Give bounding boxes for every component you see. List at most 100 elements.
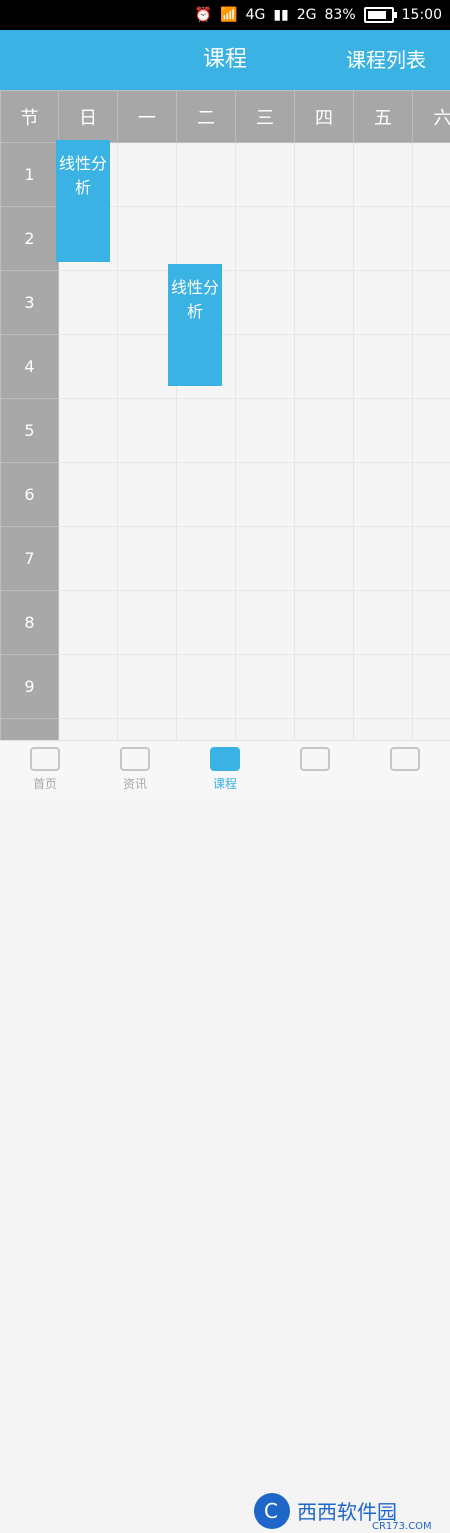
tab-news-label: 资讯 [90,775,180,792]
row-index: 9 [1,655,59,719]
svg-text:C: C [264,1499,278,1523]
time-cell[interactable] [354,143,413,207]
wifi-icon: 📶 [220,6,237,24]
time-cell[interactable] [354,399,413,463]
time-cell[interactable] [59,271,118,335]
row-index: 2 [1,207,59,271]
time-cell[interactable] [118,399,177,463]
time-cell[interactable] [59,655,118,719]
time-cell[interactable] [177,591,236,655]
time-cell[interactable] [354,527,413,591]
time-cell[interactable] [177,719,236,741]
time-cell[interactable] [236,271,295,335]
time-cell[interactable] [295,207,354,271]
timetable-row: 7 [1,527,450,591]
time-cell[interactable] [354,271,413,335]
row-index: 5 [1,399,59,463]
time-cell[interactable] [59,463,118,527]
time-cell[interactable] [295,335,354,399]
time-cell[interactable] [177,655,236,719]
time-cell[interactable] [59,527,118,591]
time-cell[interactable] [295,463,354,527]
time-cell[interactable] [413,271,450,335]
time-cell[interactable] [118,591,177,655]
watermark-logo: C 西西软件园 CR173.COM [252,1489,437,1533]
time-cell[interactable] [295,143,354,207]
time-cell[interactable] [118,719,177,741]
time-cell[interactable] [177,399,236,463]
home-icon [30,747,60,771]
time-cell[interactable] [59,719,118,741]
time-cell[interactable] [177,207,236,271]
time-cell[interactable] [177,527,236,591]
timetable-row: 6 [1,463,450,527]
time-cell[interactable] [236,719,295,741]
time-cell[interactable] [413,463,450,527]
time-cell[interactable] [413,655,450,719]
time-cell[interactable] [413,719,450,741]
time-cell[interactable] [354,335,413,399]
tab-course[interactable]: 课程 [180,747,270,801]
time-cell[interactable] [59,591,118,655]
time-cell[interactable] [118,655,177,719]
time-cell[interactable] [413,207,450,271]
time-cell[interactable] [59,335,118,399]
row-index: 6 [1,463,59,527]
time-cell[interactable] [295,399,354,463]
time-cell[interactable] [354,719,413,741]
time-cell[interactable] [354,655,413,719]
tab-home[interactable]: 首页 [0,747,90,801]
network-2g: 2G [297,6,317,24]
time-cell[interactable] [118,207,177,271]
time-cell[interactable] [354,207,413,271]
timetable-row: 10 [1,719,450,741]
time-cell[interactable] [295,719,354,741]
time-cell[interactable] [118,527,177,591]
time-cell[interactable] [236,463,295,527]
time-cell[interactable] [295,527,354,591]
time-cell[interactable] [236,655,295,719]
course-block[interactable]: 线性分析 [56,140,110,262]
time-cell[interactable] [413,591,450,655]
time-cell[interactable] [413,335,450,399]
time-cell[interactable] [413,399,450,463]
tab-news[interactable]: 资讯 [90,747,180,801]
time-cell[interactable] [177,143,236,207]
tab-home-label: 首页 [0,775,90,792]
header-sun: 日 [59,91,118,143]
time-cell[interactable] [177,463,236,527]
time-cell[interactable] [236,591,295,655]
time-cell[interactable] [354,463,413,527]
status-right: ⏰ 📶 4G ▮▮ 2G 83% 15:00 [195,6,442,24]
time-cell[interactable] [118,143,177,207]
time-cell[interactable] [413,527,450,591]
battery-icon [364,7,394,23]
header-thu: 四 [295,91,354,143]
timetable-row: 4 [1,335,450,399]
timetable-row: 8 [1,591,450,655]
timetable-row: 5 [1,399,450,463]
time-cell[interactable] [295,591,354,655]
tab-user[interactable] [360,747,450,801]
header-wed: 三 [236,91,295,143]
time-cell[interactable] [236,335,295,399]
tab-hidden[interactable] [270,747,360,801]
time-cell[interactable] [236,399,295,463]
time-cell[interactable] [354,591,413,655]
time-cell[interactable] [236,207,295,271]
battery-percentage: 83% [325,6,356,24]
news-icon [120,747,150,771]
time-cell[interactable] [59,399,118,463]
user-icon [390,747,420,771]
course-list-button[interactable]: 课程列表 [346,30,426,90]
time-cell[interactable] [236,527,295,591]
time-cell[interactable] [295,655,354,719]
time-cell[interactable] [118,463,177,527]
time-cell[interactable] [236,143,295,207]
time-cell[interactable] [413,143,450,207]
course-block[interactable]: 线性分析 [168,264,222,386]
header-section: 节 [1,91,59,143]
header-mon: 一 [118,91,177,143]
time-cell[interactable] [295,271,354,335]
book-icon [210,747,240,771]
